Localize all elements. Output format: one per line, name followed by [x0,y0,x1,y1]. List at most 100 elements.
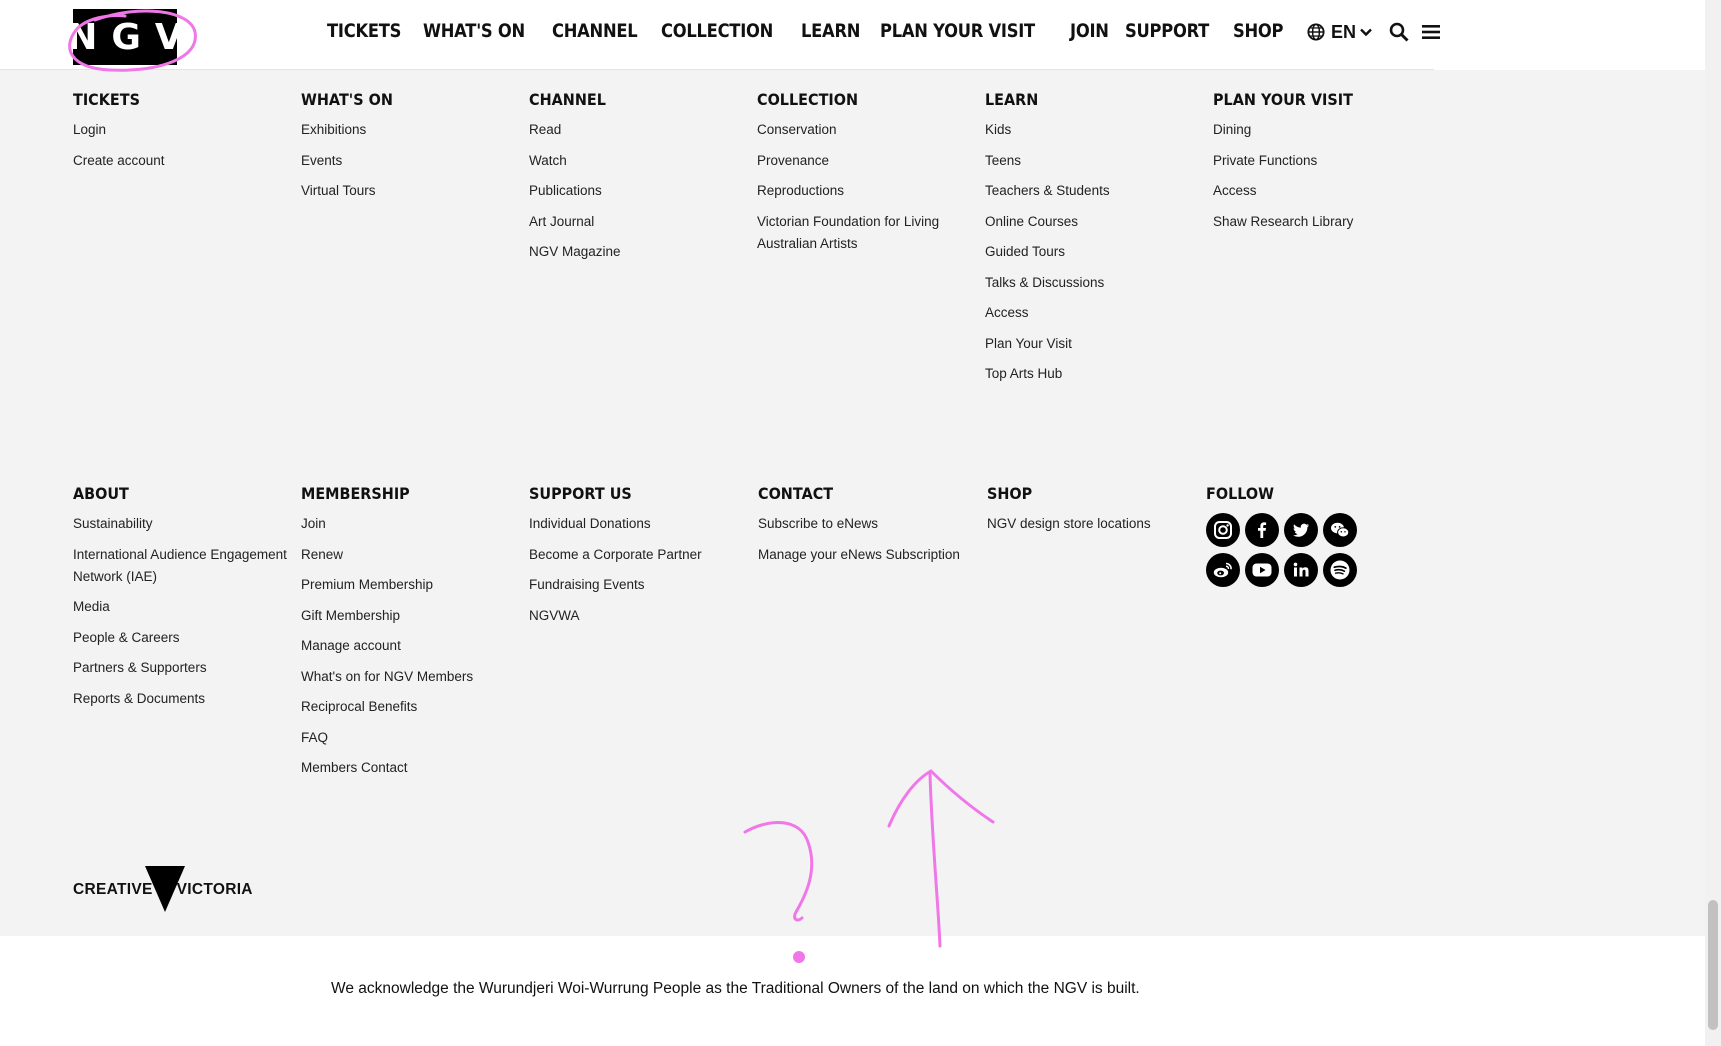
footer-link[interactable]: Premium Membership [301,574,473,596]
site-header: NGV TICKETS WHAT'S ON CHANNEL COLLECTION… [0,0,1705,69]
footer-col-membership: MEMBERSHIP Join Renew Premium Membership… [301,484,473,788]
footer-link[interactable]: NGV Magazine [529,241,621,263]
footer-link[interactable]: Gift Membership [301,605,473,627]
footer-link[interactable]: Kids [985,119,1110,141]
footer-link[interactable]: Private Functions [1213,150,1369,172]
footer-link[interactable]: Teens [985,150,1110,172]
footer-col-follow: FOLLOW [1206,484,1357,587]
footer-link[interactable]: Exhibitions [301,119,403,141]
footer-link[interactable]: Top Arts Hub [985,363,1110,385]
nav-whats-on[interactable]: WHAT'S ON [423,20,525,42]
footer-link[interactable]: Fundraising Events [529,574,702,596]
footer-link[interactable]: Reproductions [757,180,957,202]
page-scrollbar[interactable] [1705,0,1721,1046]
search-icon[interactable] [1388,21,1410,43]
footer-col-shop: SHOP NGV design store locations [987,484,1151,544]
footer-heading: WHAT'S ON [301,90,393,109]
footer-link[interactable]: Read [529,119,621,141]
footer-sitemap: TICKETS Login Create account WHAT'S ON E… [0,70,1705,936]
footer-heading: CHANNEL [529,90,606,109]
facebook-icon[interactable] [1245,513,1279,547]
footer-link[interactable]: Online Courses [985,211,1110,233]
footer-link[interactable]: Events [301,150,403,172]
footer-link[interactable]: Renew [301,544,473,566]
footer-col-tickets: TICKETS Login Create account [73,90,165,180]
footer-link[interactable]: What's on for NGV Members [301,666,473,688]
footer-link[interactable]: Teachers & Students [985,180,1110,202]
nav-channel[interactable]: CHANNEL [552,20,638,42]
footer-link[interactable]: Members Contact [301,757,473,779]
footer-link[interactable]: Watch [529,150,621,172]
nav-support[interactable]: SUPPORT [1125,20,1209,42]
nav-collection[interactable]: COLLECTION [661,20,773,42]
footer-col-about: ABOUT Sustainability International Audie… [73,484,298,718]
nav-join[interactable]: JOIN [1070,20,1109,42]
footer-link[interactable]: Virtual Tours [301,180,403,202]
globe-icon [1305,21,1327,43]
creative-victoria-logo[interactable]: CREATIVE VICTORIA [73,866,253,914]
weibo-icon[interactable] [1206,553,1240,587]
footer-link[interactable]: Partners & Supporters [73,657,298,679]
footer-link[interactable]: NGVWA [529,605,702,627]
ngv-logo[interactable]: NGV [67,9,183,65]
footer-link[interactable]: Shaw Research Library [1213,211,1369,233]
footer-col-support-us: SUPPORT US Individual Donations Become a… [529,484,702,635]
social-links [1206,513,1357,587]
nav-learn[interactable]: LEARN [801,20,860,42]
acknowledgement-of-country: We acknowledge the Wurundjeri Woi-Wurrun… [331,980,1140,997]
nav-shop[interactable]: SHOP [1233,20,1284,42]
cv-logo-right-text: VICTORIA [176,881,253,898]
footer-link[interactable]: Art Journal [529,211,621,233]
footer-link[interactable]: Become a Corporate Partner [529,544,702,566]
question-mark-dot [793,951,805,963]
footer-link[interactable]: Dining [1213,119,1369,141]
footer-link[interactable]: Subscribe to eNews [758,513,960,535]
footer-heading: SUPPORT US [529,484,632,503]
footer-link[interactable]: Join [301,513,473,535]
footer-link[interactable]: Login [73,119,165,141]
footer-link[interactable]: Victorian Foundation for Living Australi… [757,211,957,255]
footer-link[interactable]: NGV design store locations [987,513,1151,535]
footer-link[interactable]: Individual Donations [529,513,702,535]
footer-col-channel: CHANNEL Read Watch Publications Art Jour… [529,90,621,272]
cv-logo-left-text: CREATIVE [73,881,153,898]
footer-col-contact: CONTACT Subscribe to eNews Manage your e… [758,484,960,574]
instagram-icon[interactable] [1206,513,1240,547]
footer-link[interactable]: Conservation [757,119,957,141]
footer-link[interactable]: FAQ [301,727,473,749]
footer-link[interactable]: People & Careers [73,627,298,649]
footer-link[interactable]: Plan Your Visit [985,333,1110,355]
footer-link[interactable]: Guided Tours [985,241,1110,263]
footer-col-collection: COLLECTION Conservation Provenance Repro… [757,90,957,263]
language-label: EN [1331,21,1357,42]
wechat-icon[interactable] [1323,513,1357,547]
footer-heading: CONTACT [758,484,834,503]
linkedin-icon[interactable] [1284,553,1318,587]
chevron-down-icon [1360,21,1372,43]
spotify-icon[interactable] [1323,553,1357,587]
footer-link[interactable]: Access [985,302,1110,324]
footer-heading: SHOP [987,484,1033,503]
footer-col-learn: LEARN Kids Teens Teachers & Students Onl… [985,90,1110,394]
footer-link[interactable]: Manage your eNews Subscription [758,544,960,566]
nav-plan-your-visit[interactable]: PLAN YOUR VISIT [880,20,1035,42]
scrollbar-thumb[interactable] [1708,900,1718,1030]
footer-link[interactable]: Sustainability [73,513,298,535]
language-selector[interactable]: EN [1305,21,1372,43]
footer-link[interactable]: Provenance [757,150,957,172]
menu-icon[interactable] [1420,21,1442,43]
footer-link[interactable]: Publications [529,180,621,202]
twitter-icon[interactable] [1284,513,1318,547]
header-tools: EN [1305,21,1442,43]
footer-heading: COLLECTION [757,90,859,109]
footer-link[interactable]: Manage account [301,635,473,657]
footer-link[interactable]: Media [73,596,298,618]
footer-link[interactable]: Reciprocal Benefits [301,696,473,718]
nav-tickets[interactable]: TICKETS [327,20,401,42]
youtube-icon[interactable] [1245,553,1279,587]
footer-link[interactable]: International Audience Engagement Networ… [73,544,298,588]
footer-link[interactable]: Create account [73,150,165,172]
footer-link[interactable]: Access [1213,180,1369,202]
footer-link[interactable]: Talks & Discussions [985,272,1110,294]
footer-link[interactable]: Reports & Documents [73,688,298,710]
